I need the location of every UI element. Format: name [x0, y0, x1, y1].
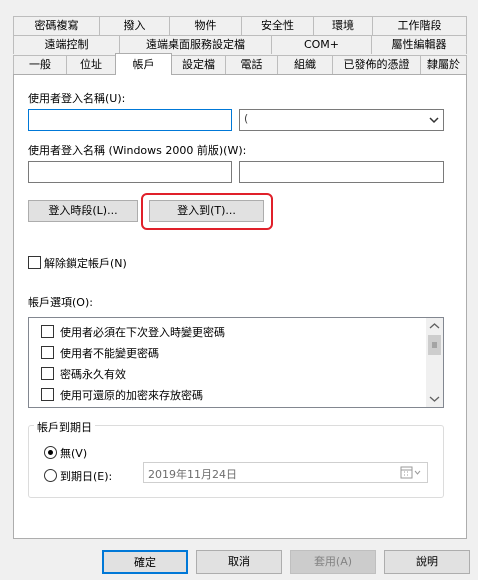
tab-dial-in[interactable]: 撥入 — [99, 16, 170, 35]
scroll-up-icon[interactable] — [426, 318, 443, 335]
tab-attribute-editor[interactable]: 屬性編輯器 — [371, 35, 467, 54]
tab-password-replication[interactable]: 密碼複寫 — [13, 16, 100, 35]
list-item-label: 使用可還原的加密來存放密碼 — [60, 389, 203, 402]
account-options-scrollbar[interactable] — [426, 318, 443, 407]
unlock-account-checkbox[interactable] — [28, 256, 41, 269]
scroll-down-icon[interactable] — [426, 390, 443, 407]
cannot-change-password-checkbox[interactable] — [41, 346, 54, 359]
must-change-password-checkbox[interactable] — [41, 325, 54, 338]
sam-label: 使用者登入名稱 (Windows 2000 前版)(W): — [28, 144, 247, 157]
domain-prefix-field — [28, 161, 232, 183]
calendar-icon[interactable] — [400, 466, 422, 479]
account-options-label: 帳戶選項(O): — [28, 296, 93, 309]
password-never-expires-checkbox[interactable] — [41, 367, 54, 380]
cancel-button[interactable]: 取消 — [196, 550, 282, 574]
upn-input[interactable] — [28, 109, 232, 131]
unlock-account-label[interactable]: 解除鎖定帳戶(N) — [44, 255, 127, 271]
help-button[interactable]: 說明 — [384, 550, 470, 574]
tab-telephones[interactable]: 電話 — [225, 55, 278, 74]
expires-end-of-radio[interactable] — [44, 469, 57, 482]
tab-published-certificates[interactable]: 已發佈的憑證 — [332, 55, 421, 74]
list-item-label: 使用者不能變更密碼 — [60, 347, 159, 360]
tab-general[interactable]: 一般 — [13, 55, 67, 74]
chevron-down-icon — [428, 114, 440, 126]
account-options-list[interactable]: 使用者必須在下次登入時變更密碼 使用者不能變更密碼 密碼永久有效 使用可還原的加… — [28, 317, 444, 408]
expires-end-of-label[interactable]: 到期日(E): — [60, 468, 112, 484]
tab-organization[interactable]: 組織 — [277, 55, 333, 74]
expires-never-radio[interactable] — [44, 446, 57, 459]
apply-button[interactable]: 套用(A) — [290, 550, 376, 574]
expires-date-picker[interactable]: 2019年11月24日 — [143, 462, 428, 483]
reversible-encryption-checkbox[interactable] — [41, 388, 54, 401]
tab-object[interactable]: 物件 — [169, 16, 242, 35]
logon-to-button[interactable]: 登入到(T)... — [149, 200, 264, 222]
scrollbar-thumb[interactable] — [428, 335, 441, 355]
tab-security[interactable]: 安全性 — [241, 16, 314, 35]
tab-profile[interactable]: 設定檔 — [171, 55, 226, 74]
account-expires-title: 帳戶到期日 — [34, 419, 95, 435]
list-item-label: 使用者必須在下次登入時變更密碼 — [60, 326, 225, 339]
upn-suffix-value: ( — [244, 112, 249, 125]
tab-rds-profile[interactable]: 遠端桌面服務設定檔 — [119, 35, 272, 54]
tab-sessions[interactable]: 工作階段 — [372, 16, 467, 35]
logon-hours-button[interactable]: 登入時段(L)... — [28, 200, 138, 222]
upn-label: 使用者登入名稱(U): — [28, 92, 126, 105]
list-item-label: 密碼永久有效 — [60, 368, 126, 381]
tab-environment[interactable]: 環境 — [313, 16, 373, 35]
expires-never-label[interactable]: 無(V) — [60, 445, 87, 461]
tab-member-of[interactable]: 隸屬於 — [420, 55, 467, 74]
tab-com-plus[interactable]: COM+ — [271, 35, 372, 54]
ok-button[interactable]: 確定 — [102, 550, 188, 574]
upn-suffix-dropdown[interactable]: ( — [239, 109, 444, 131]
sam-account-input[interactable] — [239, 161, 444, 183]
tab-remote-control[interactable]: 遠端控制 — [13, 35, 120, 54]
tab-address[interactable]: 位址 — [66, 55, 116, 74]
expires-date-value: 2019年11月24日 — [148, 468, 237, 481]
tab-account[interactable]: 帳戶 — [115, 53, 172, 75]
